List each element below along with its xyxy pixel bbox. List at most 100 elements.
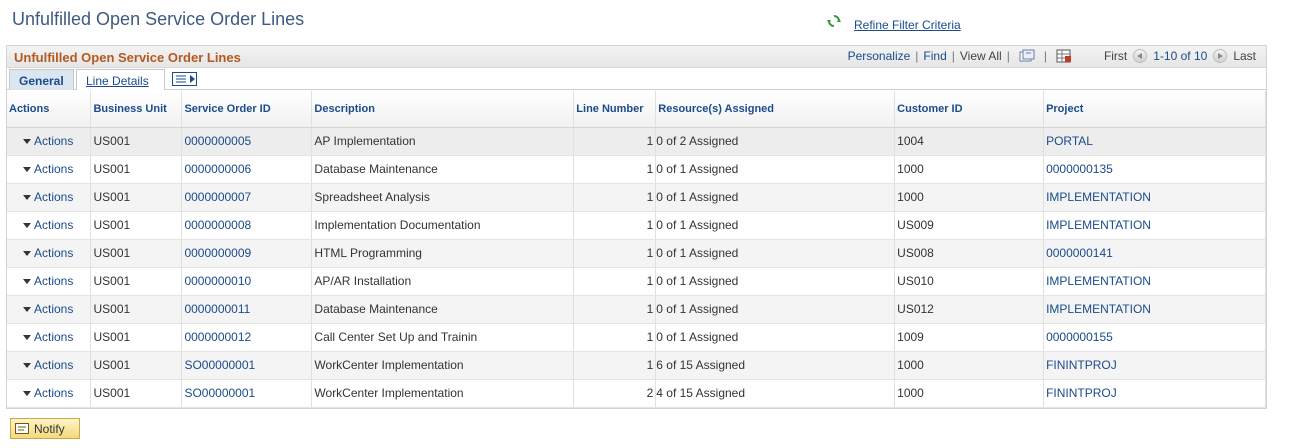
cell-project[interactable]: IMPLEMENTATION	[1043, 183, 1266, 212]
refresh-icon[interactable]	[826, 13, 842, 29]
actions-label[interactable]: Actions	[34, 218, 73, 232]
actions-label[interactable]: Actions	[34, 330, 73, 344]
cell-project[interactable]: IMPLEMENTATION	[1043, 295, 1266, 324]
cell-service-order-id-text[interactable]: 0000000010	[184, 274, 251, 288]
cell-project-text[interactable]: 0000000141	[1046, 246, 1113, 260]
cell-service-order-id[interactable]: 0000000007	[181, 183, 313, 212]
refine-filter-link[interactable]: Refine Filter Criteria	[854, 18, 961, 32]
actions-label[interactable]: Actions	[34, 358, 73, 372]
caret-down-icon[interactable]	[23, 195, 31, 201]
col-line-number[interactable]: Line Number	[573, 91, 657, 128]
caret-down-icon[interactable]	[23, 139, 31, 145]
zoom-grid-icon[interactable]	[1019, 49, 1035, 63]
cell-project-text[interactable]: IMPLEMENTATION	[1046, 274, 1151, 288]
view-all-link[interactable]: View All	[960, 49, 1002, 63]
refine-filter[interactable]: Refine Filter Criteria	[826, 10, 961, 32]
cell-project-text[interactable]: IMPLEMENTATION	[1046, 218, 1151, 232]
actions-menu[interactable]: Actions	[7, 323, 92, 352]
cell-resources-assigned-text: 0 of 1 Assigned	[656, 274, 739, 288]
actions-menu[interactable]: Actions	[7, 295, 92, 324]
cell-service-order-id-text[interactable]: 0000000009	[184, 246, 251, 260]
col-description[interactable]: Description	[311, 91, 575, 128]
col-business-unit[interactable]: Business Unit	[90, 91, 183, 128]
cell-project[interactable]: 0000000141	[1043, 239, 1266, 268]
caret-down-icon[interactable]	[23, 363, 31, 369]
actions-label[interactable]: Actions	[34, 386, 73, 400]
cell-service-order-id-text[interactable]: SO00000001	[184, 386, 255, 400]
cell-project[interactable]: IMPLEMENTATION	[1043, 267, 1266, 296]
actions-label[interactable]: Actions	[34, 190, 73, 204]
find-link[interactable]: Find	[923, 49, 946, 63]
actions-label[interactable]: Actions	[34, 162, 73, 176]
caret-down-icon[interactable]	[23, 251, 31, 257]
cell-service-order-id[interactable]: 0000000009	[181, 239, 313, 268]
previous-page-icon[interactable]	[1133, 49, 1148, 63]
cell-description-text: WorkCenter Implementation	[314, 386, 464, 400]
actions-menu[interactable]: Actions	[7, 351, 92, 380]
cell-resources-assigned: 0 of 1 Assigned	[655, 323, 896, 352]
caret-down-icon[interactable]	[23, 391, 31, 397]
caret-down-icon[interactable]	[23, 335, 31, 341]
cell-service-order-id[interactable]: 0000000008	[181, 211, 313, 240]
cell-service-order-id-text[interactable]: 0000000011	[184, 302, 250, 316]
actions-menu[interactable]: Actions	[7, 183, 92, 212]
show-all-columns-icon[interactable]	[172, 72, 198, 86]
cell-customer-id-text: 1004	[897, 134, 924, 148]
actions-menu[interactable]: Actions	[7, 211, 92, 240]
actions-menu[interactable]: Actions	[7, 127, 92, 156]
actions-label[interactable]: Actions	[34, 134, 73, 148]
personalize-link[interactable]: Personalize	[848, 49, 911, 63]
cell-service-order-id[interactable]: 0000000006	[181, 155, 313, 184]
cell-service-order-id-text[interactable]: 0000000005	[184, 134, 251, 148]
cell-project-text[interactable]: 0000000155	[1046, 330, 1113, 344]
cell-project-text[interactable]: IMPLEMENTATION	[1046, 190, 1151, 204]
col-resources-assigned[interactable]: Resource(s) Assigned	[655, 91, 896, 128]
cell-service-order-id-text[interactable]: 0000000012	[184, 330, 251, 344]
cell-project[interactable]: IMPLEMENTATION	[1043, 211, 1266, 240]
tab-general[interactable]: General	[9, 69, 74, 90]
caret-down-icon[interactable]	[23, 223, 31, 229]
nav-separator: |	[951, 49, 955, 63]
cell-project-text[interactable]: PORTAL	[1046, 134, 1093, 148]
col-project[interactable]: Project	[1043, 91, 1266, 128]
cell-service-order-id[interactable]: SO00000001	[181, 351, 313, 380]
caret-down-icon[interactable]	[23, 279, 31, 285]
cell-project-text[interactable]: FININTPROJ	[1046, 358, 1117, 372]
cell-service-order-id-text[interactable]: 0000000006	[184, 162, 251, 176]
actions-menu[interactable]: Actions	[7, 155, 92, 184]
caret-down-icon[interactable]	[23, 167, 31, 173]
next-page-icon[interactable]	[1213, 49, 1228, 63]
cell-project[interactable]: PORTAL	[1043, 127, 1266, 156]
actions-menu[interactable]: Actions	[7, 267, 92, 296]
cell-project[interactable]: FININTPROJ	[1043, 351, 1266, 380]
cell-service-order-id[interactable]: SO00000001	[181, 379, 313, 408]
actions-label[interactable]: Actions	[34, 302, 73, 316]
actions-label[interactable]: Actions	[34, 246, 73, 260]
cell-project[interactable]: FININTPROJ	[1043, 379, 1266, 408]
actions-label[interactable]: Actions	[34, 274, 73, 288]
tab-line-details[interactable]: Line Details	[76, 69, 165, 90]
actions-menu[interactable]: Actions	[7, 379, 92, 408]
cell-customer-id-text: US008	[897, 246, 934, 260]
cell-line-number-text: 1	[646, 302, 654, 316]
caret-down-icon[interactable]	[23, 307, 31, 313]
cell-project-text[interactable]: FININTPROJ	[1046, 386, 1117, 400]
cell-service-order-id-text[interactable]: SO00000001	[184, 358, 255, 372]
cell-project-text[interactable]: 0000000135	[1046, 162, 1113, 176]
cell-service-order-id-text[interactable]: 0000000007	[184, 190, 251, 204]
cell-service-order-id-text[interactable]: 0000000008	[184, 218, 251, 232]
cell-service-order-id[interactable]: 0000000011	[181, 295, 313, 324]
notify-button[interactable]: Notify	[10, 418, 80, 439]
cell-service-order-id[interactable]: 0000000012	[181, 323, 313, 352]
cell-project[interactable]: 0000000155	[1043, 323, 1266, 352]
download-excel-icon[interactable]	[1056, 49, 1072, 63]
col-customer-id[interactable]: Customer ID	[894, 91, 1045, 128]
notify-label: Notify	[34, 421, 65, 436]
actions-menu[interactable]: Actions	[7, 239, 92, 268]
table-row: Actions US001 0000000009 HTML Programming 1 0…	[7, 239, 1266, 268]
cell-service-order-id[interactable]: 0000000010	[181, 267, 313, 296]
cell-project[interactable]: 0000000135	[1043, 155, 1266, 184]
col-service-order-id[interactable]: Service Order ID	[181, 91, 313, 128]
cell-service-order-id[interactable]: 0000000005	[181, 127, 313, 156]
cell-project-text[interactable]: IMPLEMENTATION	[1046, 302, 1151, 316]
